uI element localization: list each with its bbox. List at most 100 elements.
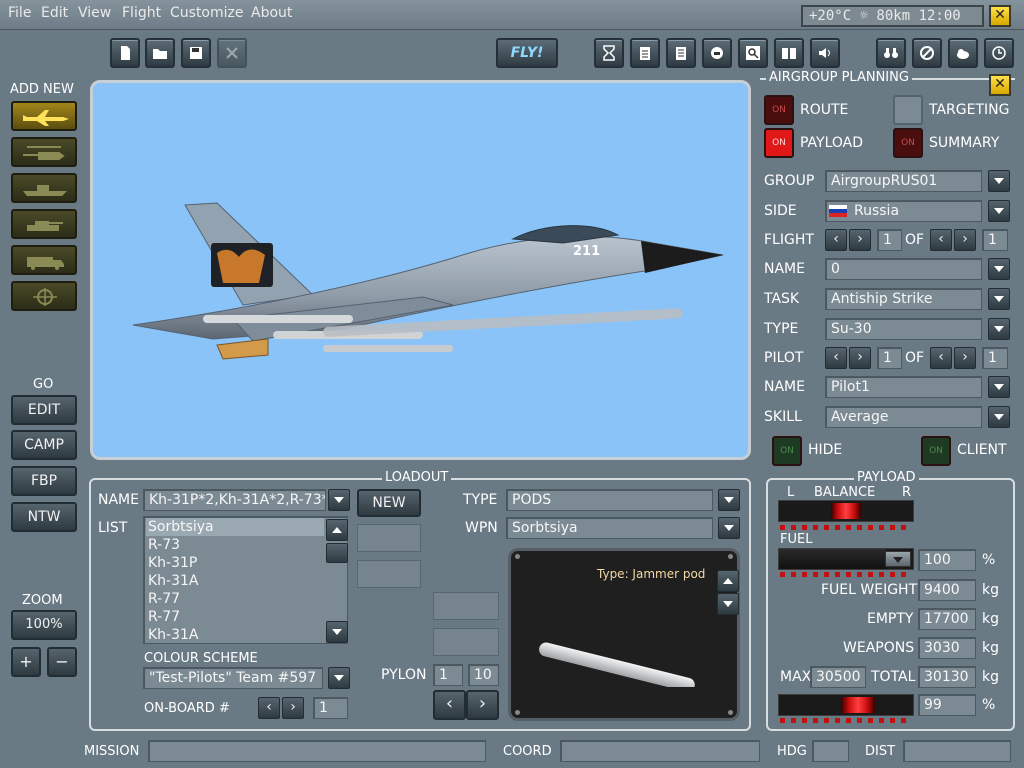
add-plane-button[interactable] xyxy=(11,101,77,131)
list-item[interactable]: R-77 xyxy=(146,590,324,608)
flight-next-button[interactable]: › xyxy=(849,229,871,251)
zoom-out-button[interactable]: − xyxy=(47,647,77,677)
encyclopedia-button[interactable] xyxy=(774,38,804,68)
payload-toggle[interactable]: ON xyxy=(764,128,794,158)
pylon-prev-button[interactable]: ‹ xyxy=(433,690,466,720)
list-item[interactable]: R-73 xyxy=(146,536,324,554)
type-dropdown[interactable] xyxy=(988,318,1010,340)
onboard-next-button[interactable]: › xyxy=(282,697,304,719)
targeting-toggle[interactable] xyxy=(893,95,923,125)
pilot-next-button[interactable]: › xyxy=(849,347,871,369)
add-vehicle-button[interactable] xyxy=(11,245,77,275)
name-field[interactable]: 0 xyxy=(825,258,982,280)
pilot-prev-button[interactable]: ‹ xyxy=(825,347,847,369)
name-dropdown[interactable] xyxy=(988,258,1010,280)
type-field[interactable]: Su-30 xyxy=(825,318,982,340)
pilot-total-next-button[interactable]: › xyxy=(954,347,976,369)
list-scroll-down-button[interactable] xyxy=(326,621,348,643)
colour-scheme-dropdown[interactable] xyxy=(328,667,350,689)
colour-scheme-field[interactable]: "Test-Pilots" Team #597 xyxy=(143,667,323,689)
fuel-percent-field[interactable]: 100 xyxy=(918,549,976,571)
search-button[interactable] xyxy=(738,38,768,68)
failures-button[interactable] xyxy=(912,38,942,68)
menu-about[interactable]: About xyxy=(251,5,292,21)
group-dropdown[interactable] xyxy=(988,170,1010,192)
go-fbp-button[interactable]: FBP xyxy=(11,466,77,496)
summary-toggle[interactable]: ON xyxy=(893,128,923,158)
skill-field[interactable]: Average xyxy=(825,406,982,428)
loadout-name-dropdown[interactable] xyxy=(328,489,350,511)
menu-edit[interactable]: Edit xyxy=(41,5,68,21)
add-helicopter-button[interactable] xyxy=(11,137,77,167)
time-button[interactable] xyxy=(984,38,1014,68)
client-toggle[interactable]: ON xyxy=(921,436,951,466)
list-scrollbar-thumb[interactable] xyxy=(326,543,348,563)
list-item[interactable]: R-77 xyxy=(146,608,324,626)
weapon-field[interactable]: Sorbtsiya xyxy=(506,517,713,539)
flight-prev-button[interactable]: ‹ xyxy=(825,229,847,251)
flight-number[interactable]: 1 xyxy=(877,229,902,251)
pylon-total[interactable]: 10 xyxy=(468,664,499,686)
store-type-field[interactable]: PODS xyxy=(506,489,713,511)
flight-total-next-button[interactable]: › xyxy=(954,229,976,251)
new-mission-button[interactable] xyxy=(110,38,140,68)
menu-view[interactable]: View xyxy=(78,5,111,21)
pilot-name-field[interactable]: Pilot1 xyxy=(825,376,982,398)
zoom-value-button[interactable]: 100% xyxy=(11,610,77,640)
menu-file[interactable]: File xyxy=(8,5,31,21)
pilot-total-prev-button[interactable]: ‹ xyxy=(930,347,952,369)
clipboard-button[interactable] xyxy=(666,38,696,68)
pilot-name-dropdown[interactable] xyxy=(988,376,1010,398)
sound-button[interactable] xyxy=(810,38,840,68)
list-item[interactable]: Sorbtsiya xyxy=(146,518,324,536)
menu-customize[interactable]: Customize xyxy=(170,5,244,21)
close-mission-button[interactable] xyxy=(217,38,247,68)
skill-dropdown[interactable] xyxy=(988,406,1010,428)
add-tank-button[interactable] xyxy=(11,209,77,239)
list-item[interactable]: Kh-31A xyxy=(146,626,324,644)
pilot-number[interactable]: 1 xyxy=(877,347,902,369)
pod-scroll-up-button[interactable] xyxy=(717,570,739,592)
open-mission-button[interactable] xyxy=(145,38,175,68)
triggers-button[interactable] xyxy=(594,38,624,68)
weather-button[interactable] xyxy=(948,38,978,68)
go-ntw-button[interactable]: NTW xyxy=(11,502,77,532)
pylon-next-button[interactable]: › xyxy=(466,690,499,720)
task-field[interactable]: Antiship Strike xyxy=(825,288,982,310)
group-field[interactable]: AirgroupRUS01 xyxy=(825,170,982,192)
add-static-button[interactable] xyxy=(11,281,77,311)
route-toggle[interactable]: ON xyxy=(764,95,794,125)
fuel-meter[interactable] xyxy=(778,548,914,570)
list-item[interactable]: Kh-31P xyxy=(146,554,324,572)
briefing-button[interactable] xyxy=(630,38,660,68)
pilot-button[interactable] xyxy=(702,38,732,68)
pod-scroll-down-button[interactable] xyxy=(717,593,739,615)
go-camp-button[interactable]: CAMP xyxy=(11,430,77,460)
close-app-button[interactable]: ✕ xyxy=(989,5,1011,27)
view-button[interactable] xyxy=(876,38,906,68)
task-dropdown[interactable] xyxy=(988,288,1010,310)
list-item[interactable]: Kh-31A xyxy=(146,572,324,590)
side-dropdown[interactable] xyxy=(988,200,1010,222)
side-field[interactable]: Russia xyxy=(825,200,982,222)
weapon-dropdown[interactable] xyxy=(718,517,740,539)
pylon-number[interactable]: 1 xyxy=(433,664,463,686)
new-loadout-button[interactable]: NEW xyxy=(357,489,421,517)
pilot-total[interactable]: 1 xyxy=(982,347,1008,369)
zoom-in-button[interactable]: + xyxy=(11,647,41,677)
fuel-slider-handle[interactable] xyxy=(885,551,911,567)
flight-total-prev-button[interactable]: ‹ xyxy=(930,229,952,251)
menu-flight[interactable]: Flight xyxy=(122,5,161,21)
fly-button[interactable]: FLY! xyxy=(496,38,558,68)
go-edit-button[interactable]: EDIT xyxy=(11,395,77,425)
add-ship-button[interactable] xyxy=(11,173,77,203)
onboard-prev-button[interactable]: ‹ xyxy=(258,697,280,719)
save-mission-button[interactable] xyxy=(181,38,211,68)
list-scroll-up-button[interactable] xyxy=(326,519,348,541)
hide-toggle[interactable]: ON xyxy=(772,436,802,466)
flight-total[interactable]: 1 xyxy=(982,229,1008,251)
loadout-name-field[interactable]: Kh-31P*2,Kh-31A*2,R-73*2 xyxy=(143,489,326,511)
close-planning-button[interactable]: ✕ xyxy=(989,74,1011,96)
store-type-dropdown[interactable] xyxy=(718,489,740,511)
onboard-number[interactable]: 1 xyxy=(313,697,348,719)
